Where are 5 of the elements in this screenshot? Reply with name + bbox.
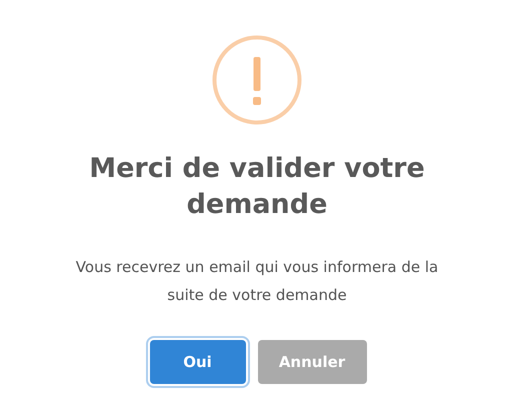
- warning-icon: [212, 35, 302, 125]
- confirm-button[interactable]: Oui: [150, 340, 246, 384]
- cancel-button[interactable]: Annuler: [258, 340, 366, 384]
- dialog-title: Merci de valider votre demande: [88, 152, 426, 222]
- dialog-message: Vous recevrez un email qui vous informera de la suite de votre demande: [74, 257, 440, 306]
